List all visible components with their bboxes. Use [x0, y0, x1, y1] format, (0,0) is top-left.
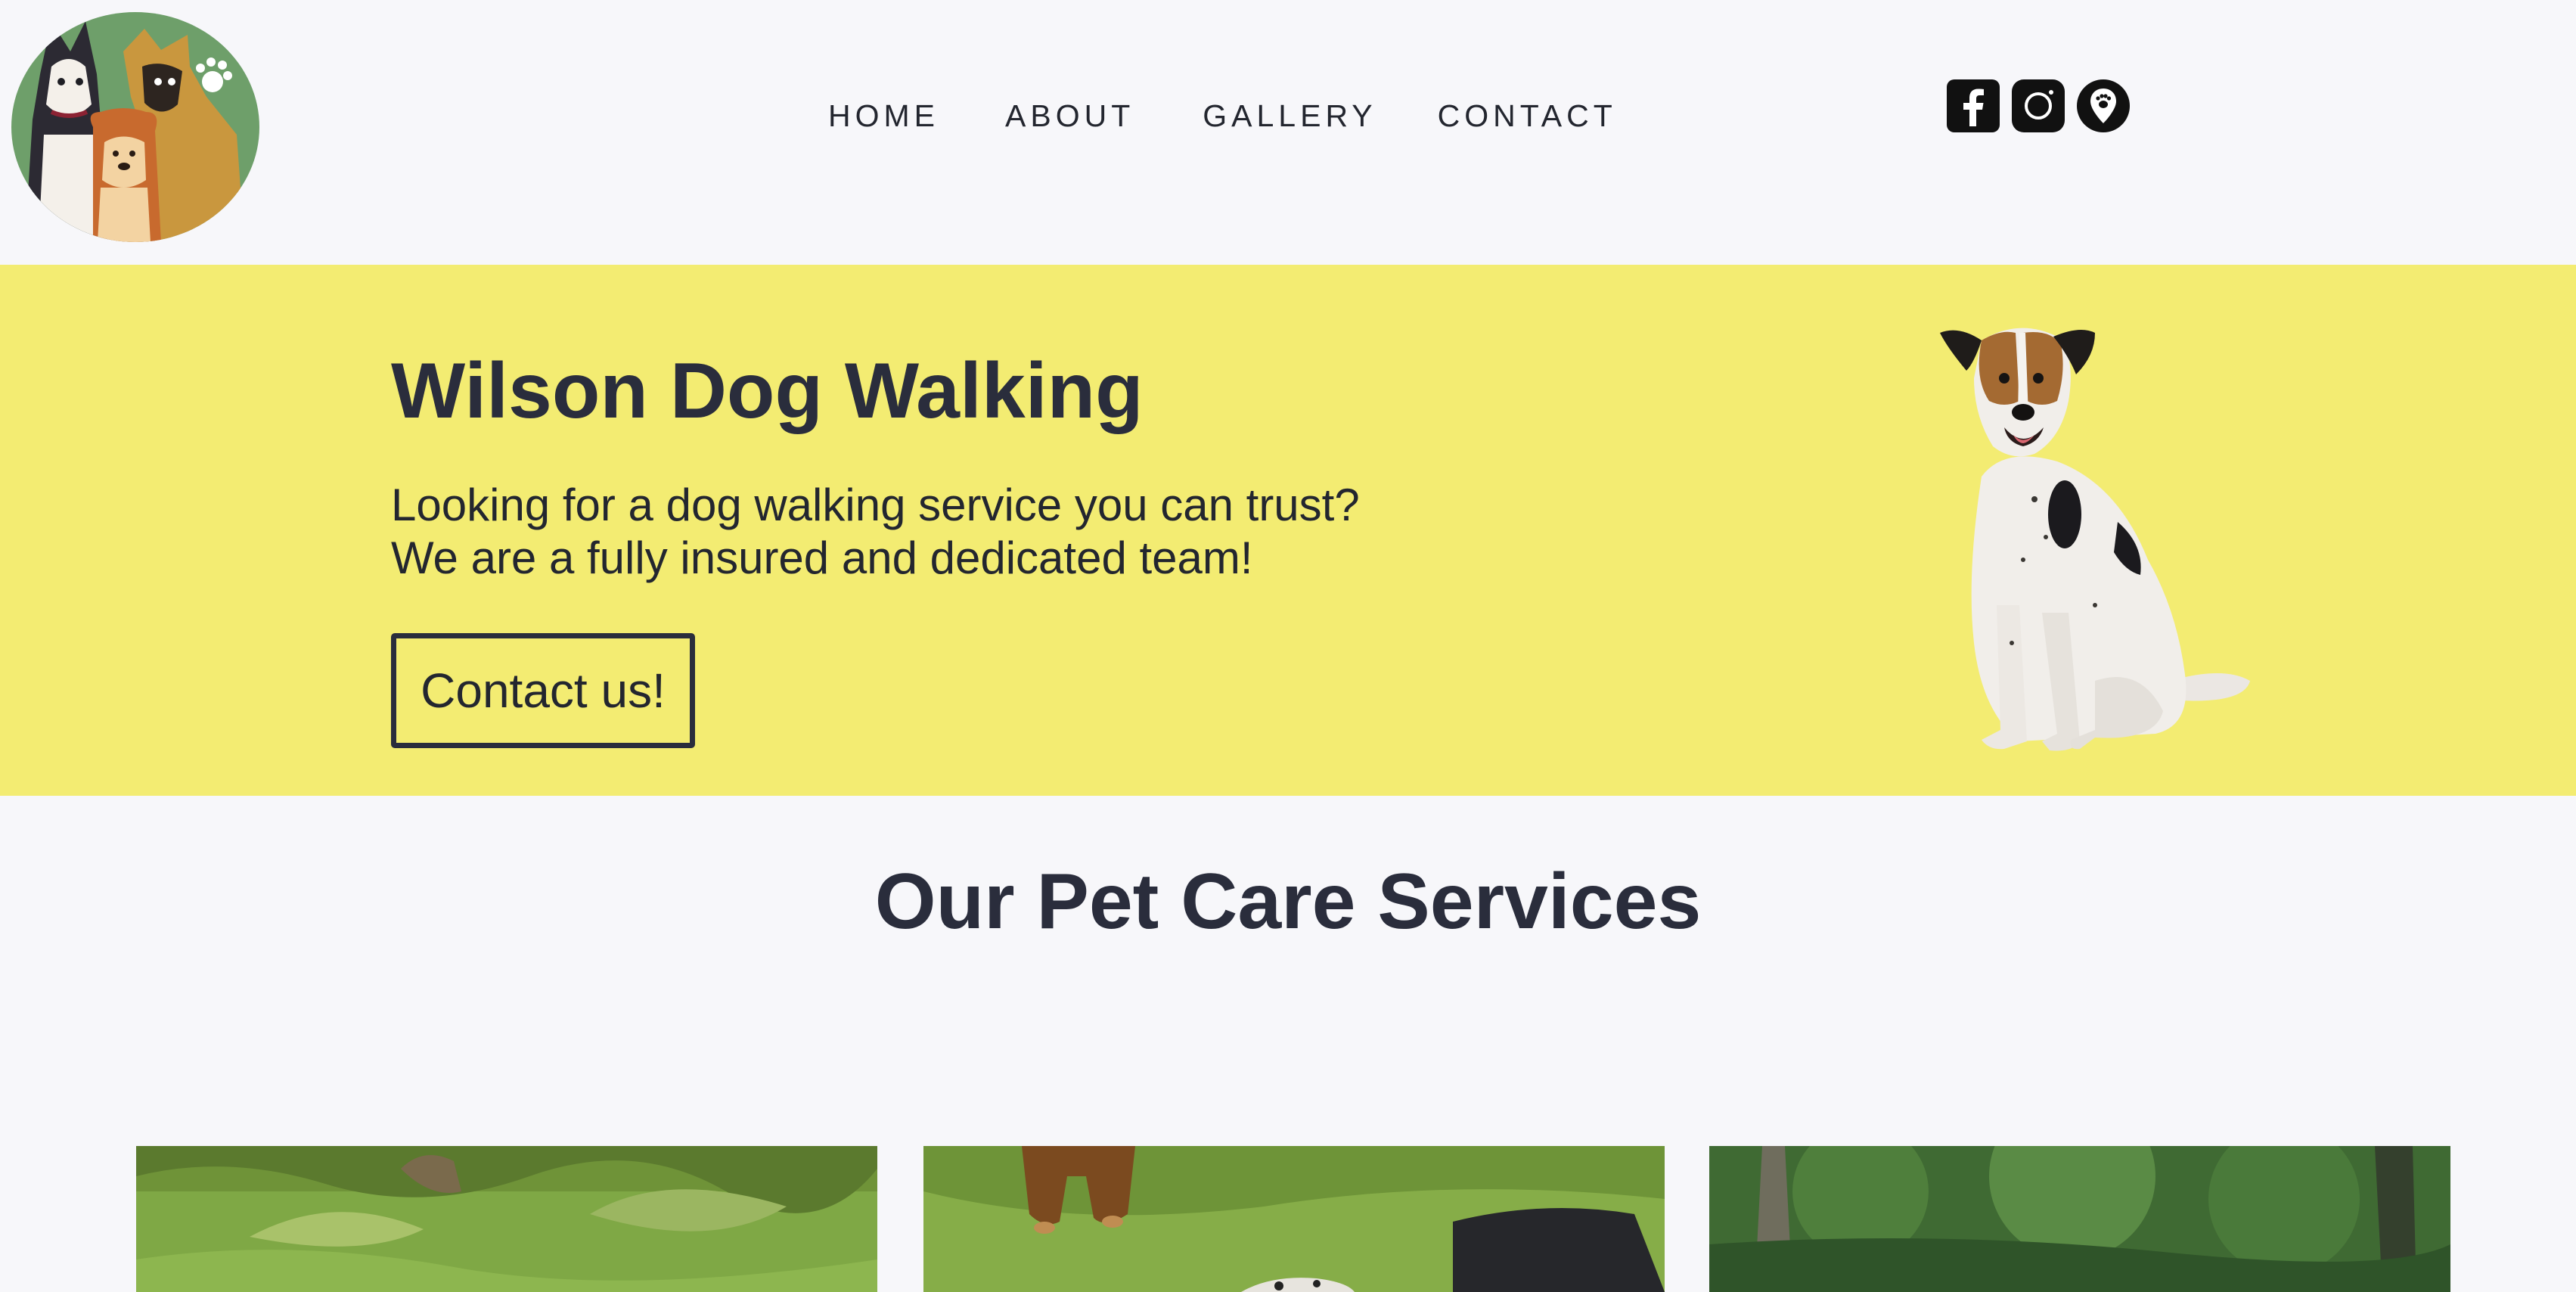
- nav-home[interactable]: HOME: [828, 98, 939, 134]
- nav-gallery[interactable]: GALLERY: [1203, 98, 1376, 134]
- social-links: [1947, 79, 2130, 132]
- site-header: HOME ABOUT GALLERY CONTACT: [0, 0, 2576, 265]
- location-pin-icon[interactable]: [2077, 79, 2130, 132]
- nav-contact[interactable]: CONTACT: [1438, 98, 1617, 134]
- service-photo-dogs: [923, 1146, 1665, 1292]
- service-card-2[interactable]: [923, 1146, 1665, 1292]
- dog-image: [1940, 328, 2250, 751]
- hero-line-1: Looking for a dog walking service you ca…: [391, 480, 1360, 530]
- main-nav: HOME ABOUT GALLERY CONTACT: [828, 97, 1617, 135]
- service-card-3[interactable]: [1709, 1146, 2450, 1292]
- contact-us-button[interactable]: Contact us!: [391, 633, 695, 748]
- instagram-icon[interactable]: [2012, 79, 2065, 132]
- service-photo-woods: [1709, 1146, 2450, 1292]
- service-photo-grass: [136, 1146, 877, 1292]
- hero-description: Looking for a dog walking service you ca…: [391, 479, 1360, 585]
- hero-banner: Wilson Dog Walking Looking for a dog wal…: [0, 265, 2576, 796]
- logo[interactable]: [10, 6, 262, 242]
- hero-title: Wilson Dog Walking: [391, 347, 1144, 435]
- service-card-1[interactable]: [136, 1146, 877, 1292]
- nav-about[interactable]: ABOUT: [1005, 98, 1134, 134]
- facebook-icon[interactable]: [1947, 79, 2000, 132]
- services-title: Our Pet Care Services: [874, 858, 1702, 946]
- hero-line-2: We are a fully insured and dedicated tea…: [391, 533, 1253, 583]
